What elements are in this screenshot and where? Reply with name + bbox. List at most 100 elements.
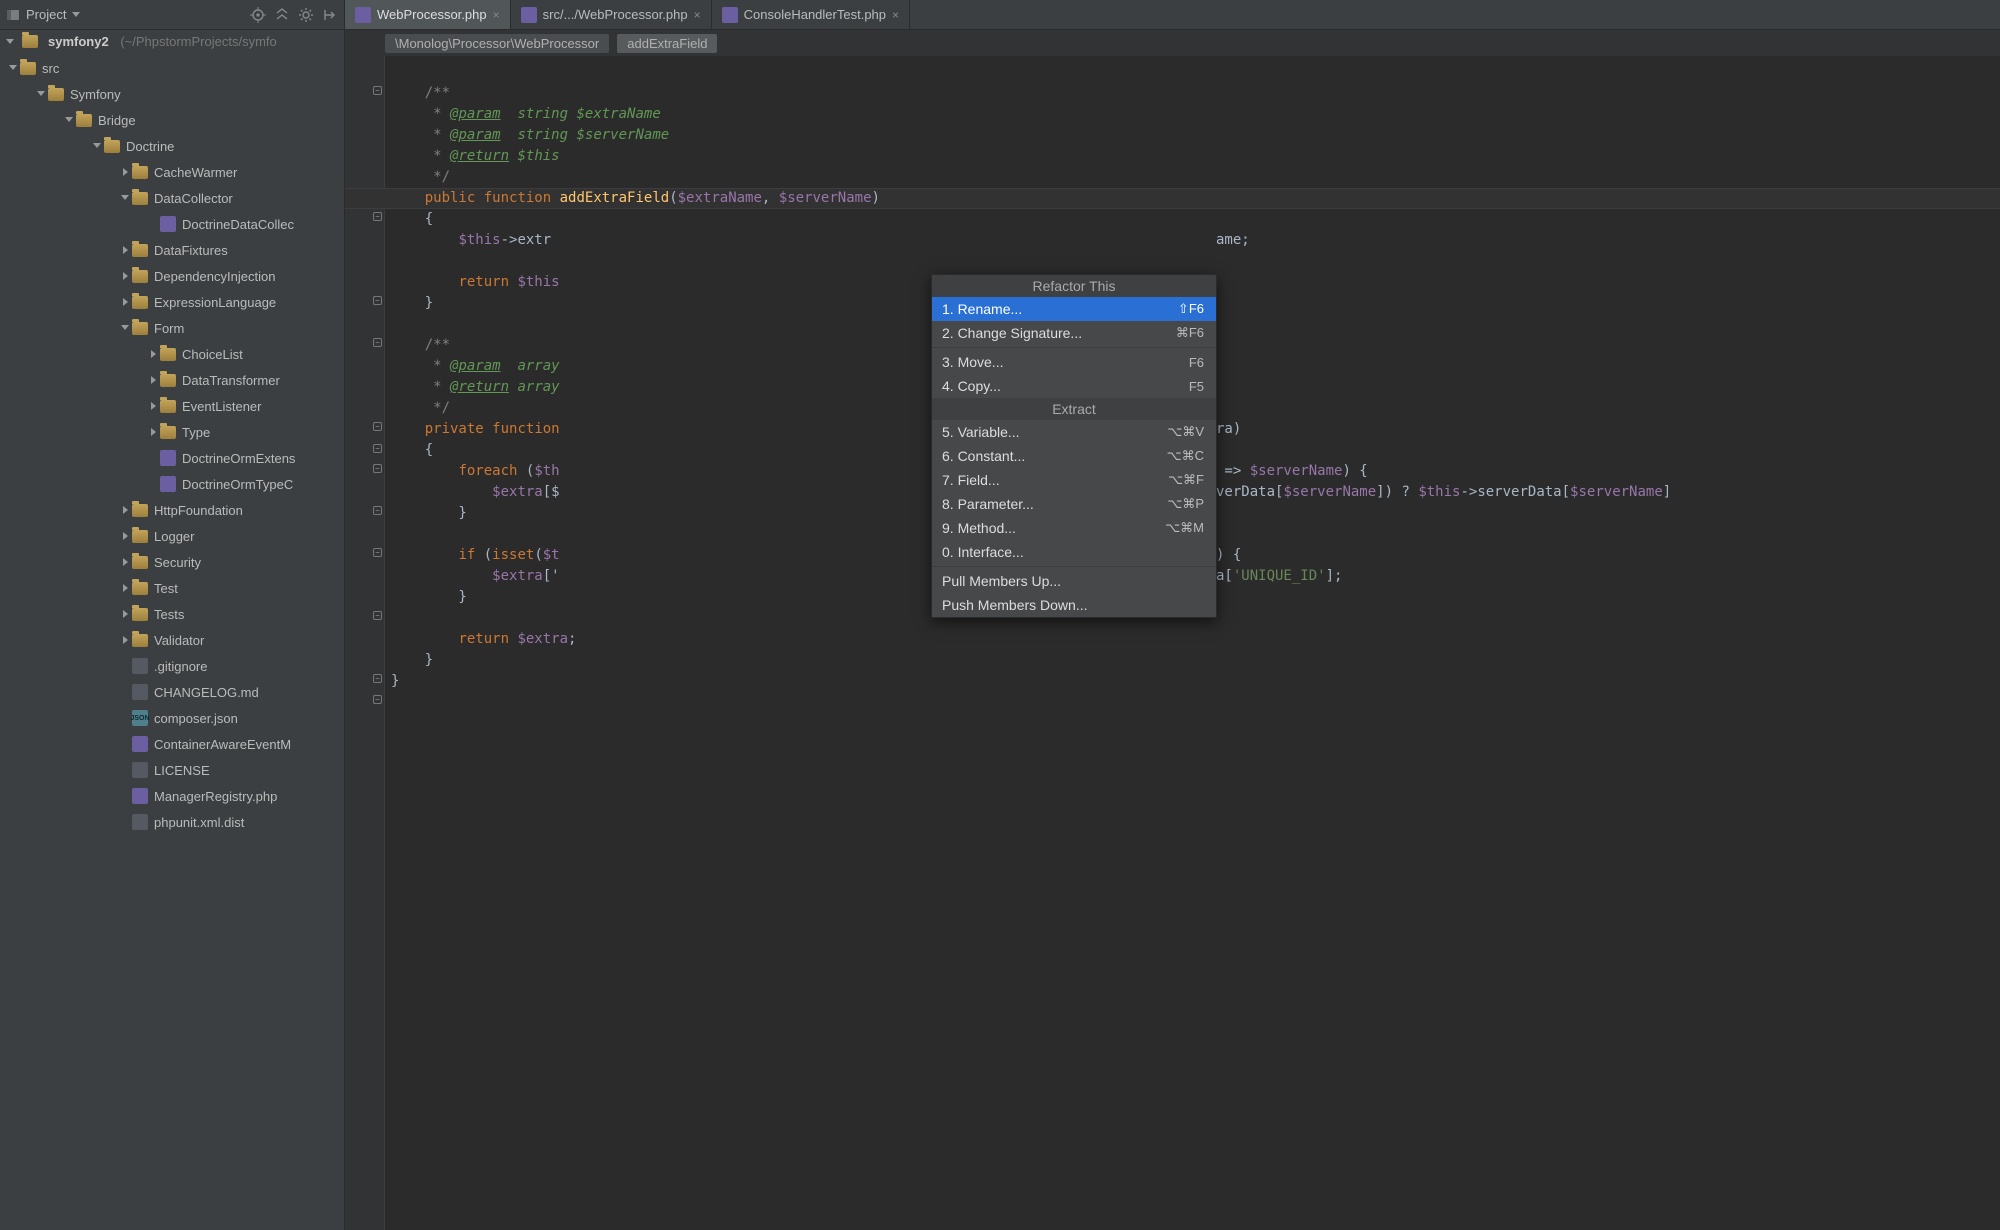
tree-item-label: Tests (154, 607, 184, 622)
refactor-menu-item[interactable]: 9. Method...⌥⌘M (932, 516, 1216, 540)
project-root-row[interactable]: symfony2 (~/PhpstormProjects/symfo (0, 30, 344, 53)
tree-row[interactable]: DoctrineOrmExtens (0, 445, 344, 471)
tab-label: src/.../WebProcessor.php (543, 7, 688, 22)
fold-marker-icon[interactable]: − (373, 674, 382, 683)
tree-row[interactable]: Type (0, 419, 344, 445)
tree-expand-icon[interactable] (146, 375, 160, 386)
tree-row[interactable]: Tests (0, 601, 344, 627)
tree-row[interactable]: DataFixtures (0, 237, 344, 263)
tree-item-label: CHANGELOG.md (154, 685, 259, 700)
tree-row[interactable]: DataCollector (0, 185, 344, 211)
tree-expand-icon[interactable] (118, 557, 132, 568)
menu-item-shortcut: ⌥⌘F (1168, 472, 1204, 488)
hide-icon[interactable] (322, 7, 338, 23)
refactor-menu-item[interactable]: Push Members Down... (932, 593, 1216, 617)
refactor-menu-item[interactable]: 6. Constant...⌥⌘C (932, 444, 1216, 468)
tree-expand-icon[interactable] (118, 609, 132, 620)
breadcrumb-namespace[interactable]: \Monolog\Processor\WebProcessor (385, 34, 609, 53)
fold-marker-icon[interactable]: − (373, 444, 382, 453)
tree-row[interactable]: Doctrine (0, 133, 344, 159)
tree-expand-icon[interactable] (118, 245, 132, 256)
tree-row[interactable]: Logger (0, 523, 344, 549)
tree-row[interactable]: Security (0, 549, 344, 575)
tree-row[interactable]: ChoiceList (0, 341, 344, 367)
editor-tab[interactable]: src/.../WebProcessor.php × (511, 0, 712, 29)
tree-expand-icon[interactable] (6, 63, 20, 74)
tree-row[interactable]: DoctrineDataCollec (0, 211, 344, 237)
tree-row[interactable]: HttpFoundation (0, 497, 344, 523)
tree-row[interactable]: ManagerRegistry.php (0, 783, 344, 809)
fold-marker-icon[interactable]: − (373, 506, 382, 515)
tree-expand-icon[interactable] (146, 349, 160, 360)
refactor-menu-item[interactable]: Pull Members Up... (932, 569, 1216, 593)
refactor-menu-item[interactable]: 3. Move...F6 (932, 350, 1216, 374)
tree-expand-icon[interactable] (34, 89, 48, 100)
tree-row[interactable]: DoctrineOrmTypeC (0, 471, 344, 497)
refactor-menu-item[interactable]: 7. Field...⌥⌘F (932, 468, 1216, 492)
fold-marker-icon[interactable]: − (373, 464, 382, 473)
tree-row[interactable]: Symfony (0, 81, 344, 107)
php-icon (160, 450, 176, 466)
tree-expand-icon[interactable] (118, 323, 132, 334)
tree-row[interactable]: ContainerAwareEventM (0, 731, 344, 757)
tree-row[interactable]: CHANGELOG.md (0, 679, 344, 705)
refactor-menu-item[interactable]: 8. Parameter...⌥⌘P (932, 492, 1216, 516)
tree-row[interactable]: Test (0, 575, 344, 601)
tree-row[interactable]: JSONcomposer.json (0, 705, 344, 731)
tree-expand-icon[interactable] (118, 271, 132, 282)
tree-row[interactable]: DataTransformer (0, 367, 344, 393)
tree-item-label: Validator (154, 633, 204, 648)
tree-row[interactable]: Bridge (0, 107, 344, 133)
tree-expand-icon[interactable] (146, 401, 160, 412)
collapse-all-icon[interactable] (274, 7, 290, 23)
tree-row[interactable]: EventListener (0, 393, 344, 419)
tree-expand-icon[interactable] (146, 427, 160, 438)
tree-row[interactable]: Validator (0, 627, 344, 653)
editor-tab[interactable]: ConsoleHandlerTest.php× (712, 0, 910, 29)
close-icon[interactable]: × (892, 8, 899, 22)
tree-row[interactable]: .gitignore (0, 653, 344, 679)
project-tree[interactable]: src SymfonyBridgeDoctrineCacheWarmerDataC… (0, 53, 344, 1230)
editor[interactable]: − − − − − − − − − − − − − /** * @param s… (345, 56, 2000, 1230)
tree-row[interactable]: src (0, 55, 344, 81)
tree-expand-icon[interactable] (118, 531, 132, 542)
close-icon[interactable]: × (694, 8, 701, 22)
fold-marker-icon[interactable]: − (373, 611, 382, 620)
refactor-menu-item[interactable]: 4. Copy...F5 (932, 374, 1216, 398)
fold-marker-icon[interactable]: − (373, 422, 382, 431)
fold-marker-icon[interactable]: − (373, 86, 382, 95)
settings-gear-icon[interactable] (298, 7, 314, 23)
refactor-menu-item[interactable]: 1. Rename...⇧F6 (932, 297, 1216, 321)
tree-expand-icon[interactable] (118, 635, 132, 646)
file-icon (132, 762, 148, 778)
tree-expand-icon[interactable] (118, 167, 132, 178)
locate-icon[interactable] (250, 7, 266, 23)
tree-row[interactable]: phpunit.xml.dist (0, 809, 344, 835)
tree-row[interactable]: Form (0, 315, 344, 341)
tree-expand-icon[interactable] (118, 193, 132, 204)
breadcrumb-symbol[interactable]: addExtraField (617, 34, 717, 53)
tree-expand-icon[interactable] (118, 297, 132, 308)
tree-expand-icon[interactable] (90, 141, 104, 152)
fold-marker-icon[interactable]: − (373, 212, 382, 221)
refactor-menu-item[interactable]: 5. Variable...⌥⌘V (932, 420, 1216, 444)
tree-expand-icon[interactable] (118, 505, 132, 516)
refactor-menu-item[interactable]: 2. Change Signature...⌘F6 (932, 321, 1216, 345)
tree-item-label: src (42, 61, 59, 76)
tree-row[interactable]: CacheWarmer (0, 159, 344, 185)
close-icon[interactable]: × (493, 8, 500, 22)
tree-expand-icon[interactable] (118, 583, 132, 594)
tree-row[interactable]: DependencyInjection (0, 263, 344, 289)
fold-marker-icon[interactable]: − (373, 296, 382, 305)
project-view-selector[interactable]: Project (6, 7, 246, 22)
tree-expand-icon[interactable] (62, 115, 76, 126)
tree-row[interactable]: LICENSE (0, 757, 344, 783)
tree-item-label: LICENSE (154, 763, 210, 778)
editor-tab[interactable]: WebProcessor.php× (345, 0, 511, 29)
tree-row[interactable]: ExpressionLanguage (0, 289, 344, 315)
tree-item-label: DoctrineOrmExtens (182, 451, 295, 466)
fold-marker-icon[interactable]: − (373, 338, 382, 347)
refactor-menu-item[interactable]: 0. Interface... (932, 540, 1216, 564)
fold-marker-icon[interactable]: − (373, 695, 382, 704)
fold-marker-icon[interactable]: − (373, 548, 382, 557)
